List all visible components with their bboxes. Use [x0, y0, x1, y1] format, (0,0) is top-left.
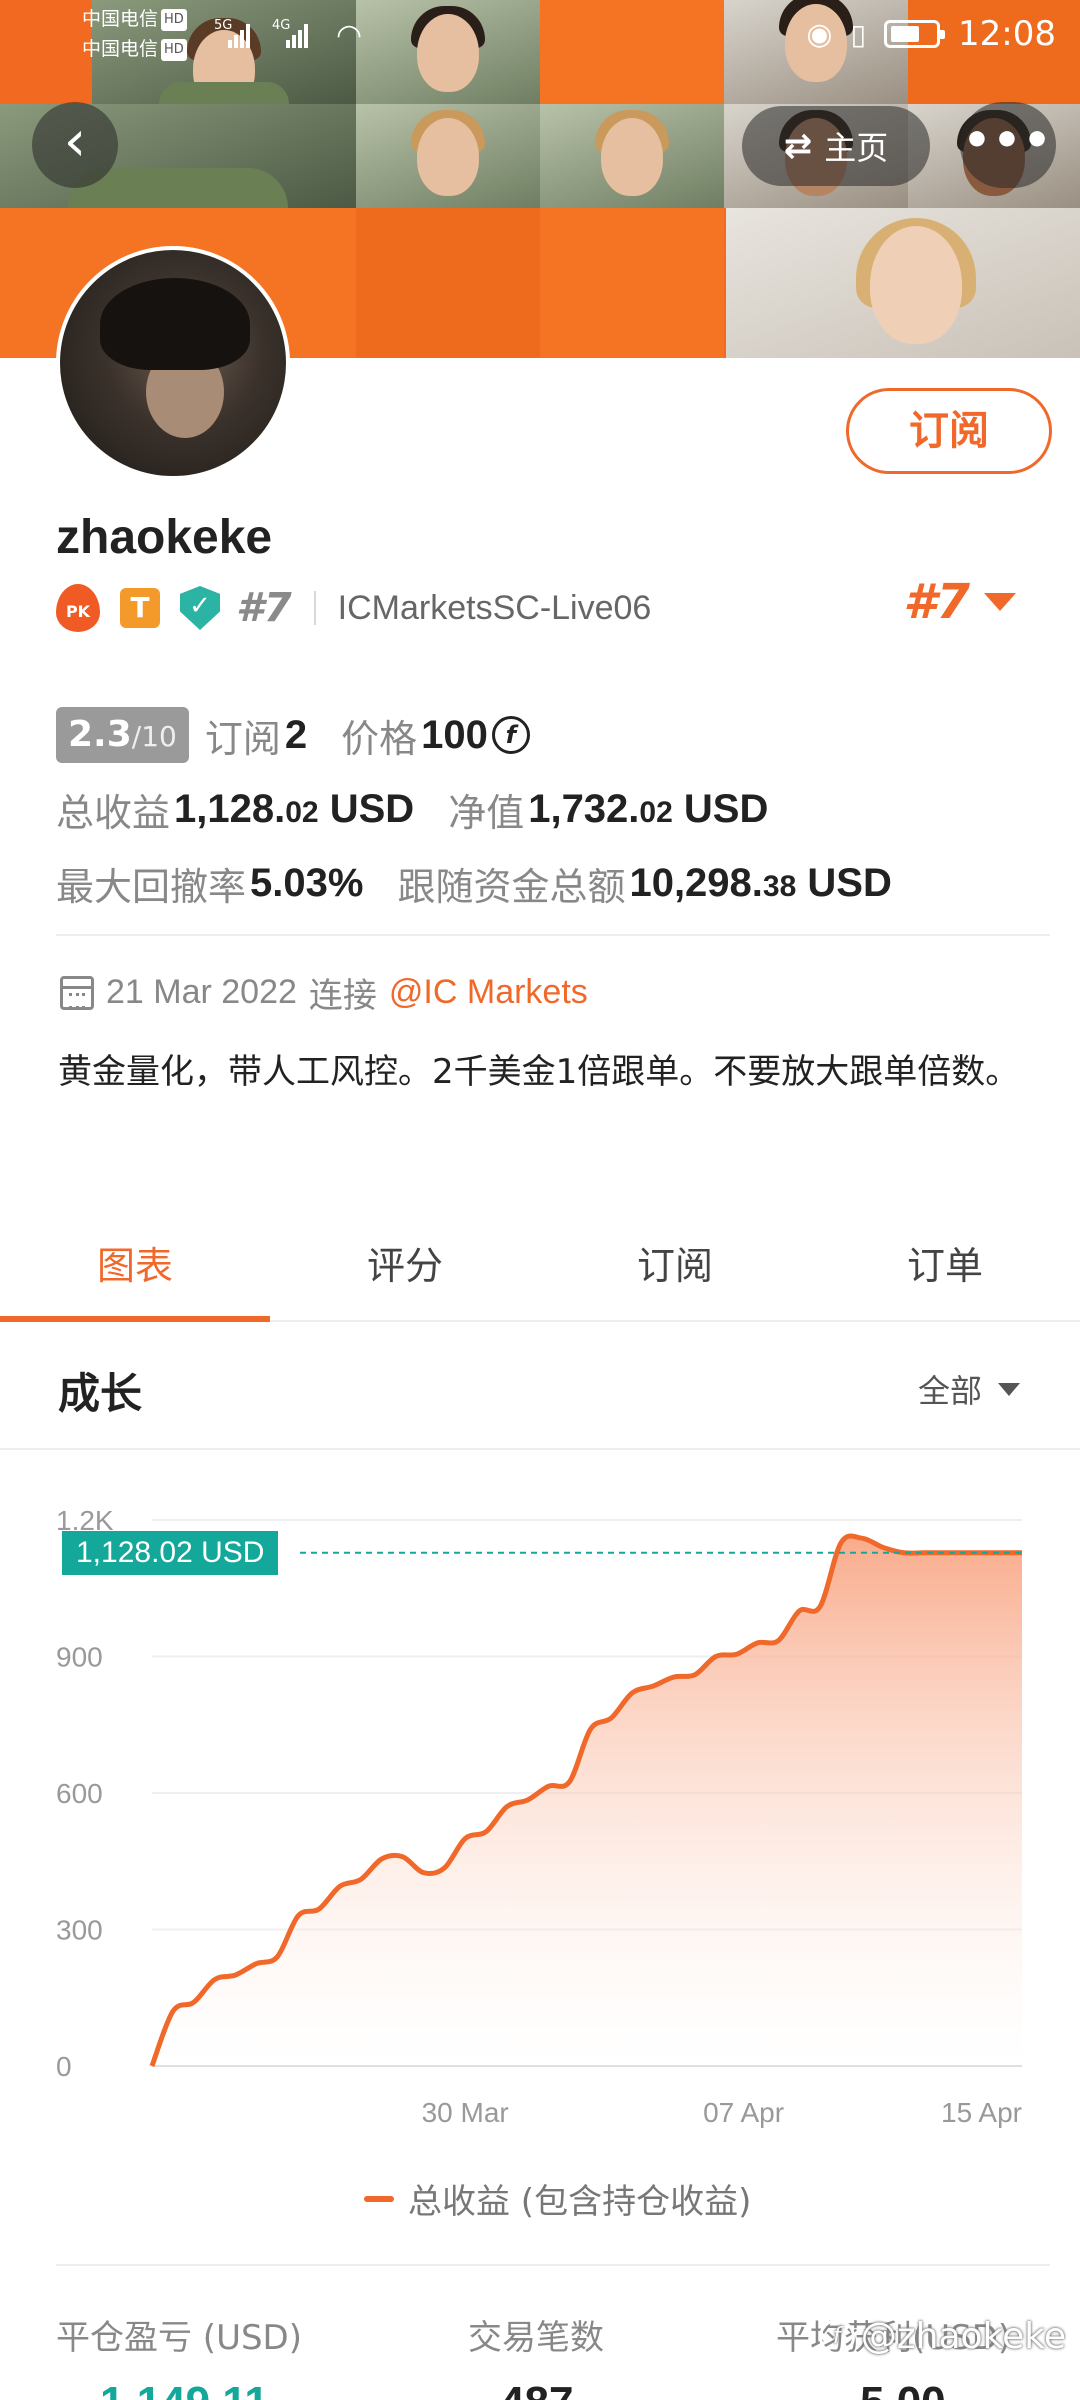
- rank-badge: #7: [236, 585, 292, 631]
- carrier-label: 中国电信 HD: [82, 38, 187, 61]
- watermark: f @zhaokeke: [818, 2316, 1066, 2357]
- tab-subscribe[interactable]: 订阅: [540, 1222, 810, 1320]
- legend-swatch: [364, 2195, 394, 2202]
- divider: [56, 934, 1050, 936]
- broker-link[interactable]: @IC Markets: [389, 973, 588, 1012]
- bio-text: 黄金量化，带人工风控。2千美金1倍跟单。不要放大跟单倍数。: [58, 1052, 1020, 1092]
- clock: 12:08: [958, 14, 1056, 54]
- drawdown-label: 最大回撤率: [56, 864, 247, 909]
- total-profit-value: 1,128.02 USD: [174, 786, 415, 831]
- banner-orange-tile: [540, 208, 724, 358]
- equity-label: 净值: [448, 790, 525, 835]
- total-profit-label: 总收益: [56, 790, 171, 835]
- verified-shield-icon[interactable]: ✓: [180, 586, 220, 630]
- legend-label: 总收益 (包含持仓收益): [408, 2182, 752, 2222]
- caret-down-icon: [984, 593, 1016, 611]
- back-button[interactable]: ‹: [32, 102, 118, 188]
- chevron-left-icon: ‹: [63, 109, 87, 174]
- closed-pnl-value: 1,149.11: [100, 2378, 269, 2400]
- score-badge[interactable]: 2.3/10: [56, 707, 189, 763]
- vibrate-icon: ▯: [850, 17, 867, 51]
- tab-bar: 图表 评分 订阅 订单: [0, 1222, 1080, 1322]
- growth-chart[interactable]: 0 300 600 900 1.2K 30 Mar 07 Apr 15 Apr 1,128.…: [0, 1460, 1080, 2180]
- growth-area: [152, 1535, 1022, 2066]
- y-tick-label: 900: [56, 1642, 103, 1673]
- banner-orange-tile: [356, 208, 540, 358]
- avg-profit-value: 5.00: [860, 2378, 946, 2400]
- range-value: 全部: [917, 1372, 982, 1410]
- username: zhaokeke: [56, 511, 273, 564]
- eye-icon: ◉: [806, 16, 833, 52]
- zhihu-logo-icon: f: [818, 2318, 855, 2355]
- tab-rating[interactable]: 评分: [270, 1222, 540, 1320]
- carrier-label: 中国电信 HD: [82, 8, 187, 31]
- range-dropdown[interactable]: 全部: [918, 1366, 1020, 1412]
- drawdown-value: 5.03%: [250, 860, 364, 905]
- connect-label: 连接: [308, 977, 377, 1015]
- coin-icon: f: [491, 716, 530, 754]
- current-value-tag: 1,128.02 USD: [62, 1530, 279, 1575]
- trader-badge-icon[interactable]: T: [120, 588, 160, 628]
- follow-funds-label: 跟随资金总额: [397, 864, 626, 909]
- calendar-icon: [60, 975, 94, 1010]
- home-label: 主页: [824, 129, 889, 167]
- avatar[interactable]: [56, 246, 290, 480]
- y-tick-label: 0: [56, 2051, 72, 2082]
- divider: [313, 591, 316, 625]
- growth-section-header: 成长 全部: [0, 1326, 1080, 1450]
- growth-title: 成长: [58, 1369, 143, 1418]
- server-name: ICMarketsSC-Live06: [337, 588, 652, 627]
- y-tick-label: 600: [56, 1778, 103, 1809]
- battery-icon: [884, 20, 946, 48]
- more-icon: •••: [962, 115, 1054, 166]
- closed-pnl-label: 平仓盈亏 (USD): [56, 2318, 302, 2358]
- swap-icon: ⇄: [783, 126, 813, 166]
- caret-down-icon: [998, 1382, 1020, 1396]
- signal-icon: 5G: [214, 18, 254, 48]
- rank-selector[interactable]: #7: [903, 574, 1016, 630]
- equity-value: 1,732.02 USD: [528, 786, 769, 831]
- join-date: 21 Mar 2022: [106, 973, 297, 1011]
- pk-flame-icon[interactable]: PK: [56, 584, 100, 632]
- banner-photo-tile: [540, 104, 724, 208]
- chart-legend[interactable]: 总收益 (包含持仓收益): [364, 2174, 751, 2223]
- banner-photo-tile: [356, 104, 540, 208]
- wifi-icon: ◠: [336, 18, 363, 53]
- x-tick-label: 30 Mar: [422, 2097, 509, 2128]
- signal-icon: 4G: [272, 18, 312, 48]
- x-tick-label: 07 Apr: [703, 2097, 784, 2128]
- tab-orders[interactable]: 订单: [810, 1222, 1080, 1320]
- status-bar: 中国电信 HD 中国电信 HD 5G 4G ◠ ◉ ▯ 12:08: [0, 0, 1080, 72]
- y-tick-label: 300: [56, 1915, 103, 1946]
- rank-value: #7: [903, 574, 970, 630]
- price-value: 100: [421, 712, 488, 757]
- subscriptions-value: 2: [284, 712, 308, 757]
- join-info: 21 Mar 2022 连接 @IC Markets: [60, 968, 588, 1017]
- trade-count-value: 487: [500, 2378, 573, 2400]
- divider: [56, 2264, 1050, 2266]
- stats-block: 2.3/10 订阅 2 价格 100 f 总收益 1,128.02 USD 净值…: [56, 698, 1046, 920]
- price-label: 价格: [341, 716, 418, 761]
- banner-photo-tile: [726, 208, 1080, 358]
- badge-row: PK T ✓ #7 ICMarketsSC-Live06: [56, 580, 651, 636]
- follow-funds-value: 10,298.38 USD: [629, 860, 892, 905]
- subscribe-button[interactable]: 订阅: [846, 388, 1052, 474]
- tab-chart[interactable]: 图表: [0, 1222, 270, 1322]
- home-button[interactable]: ⇄ 主页: [742, 106, 930, 186]
- x-tick-label: 15 Apr: [941, 2097, 1022, 2128]
- more-button[interactable]: •••: [960, 102, 1056, 188]
- trade-count-label: 交易笔数: [468, 2318, 604, 2358]
- subscriptions-label: 订阅: [204, 716, 281, 761]
